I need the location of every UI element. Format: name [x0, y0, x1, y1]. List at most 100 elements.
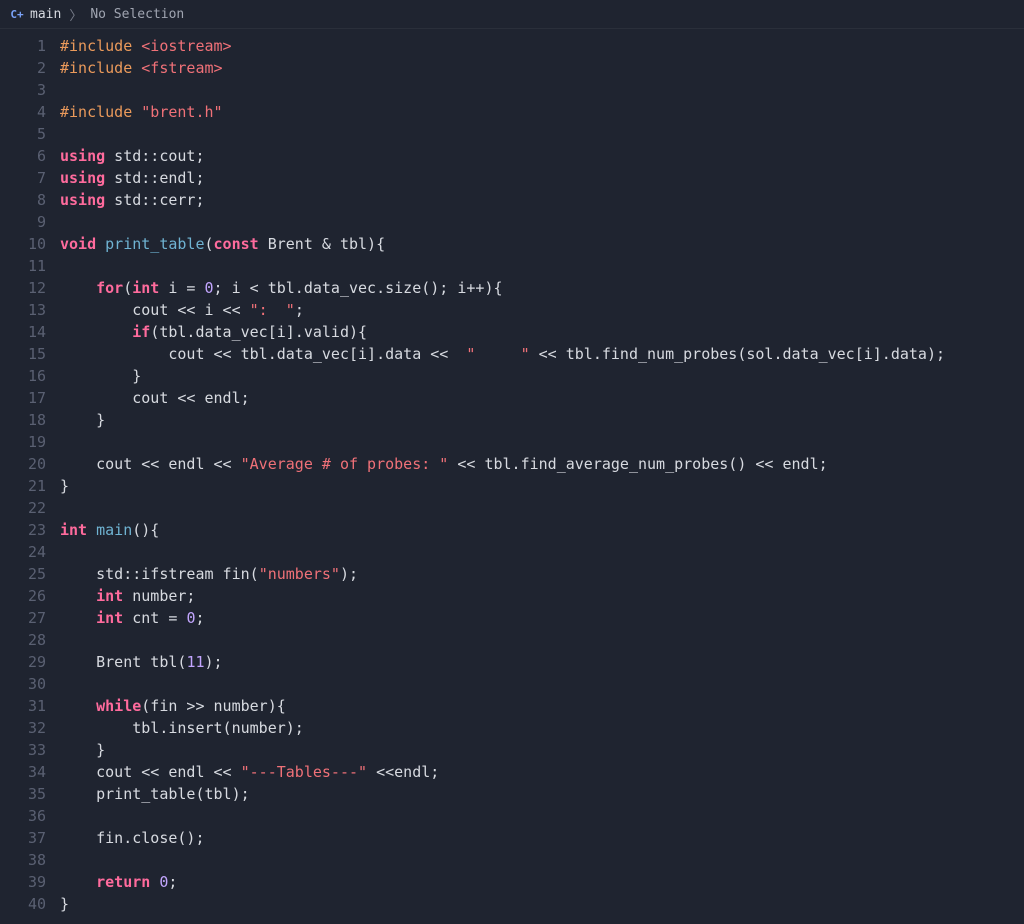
- code-content[interactable]: }: [60, 475, 1024, 497]
- code-content[interactable]: std::ifstream fin("numbers");: [60, 563, 1024, 585]
- code-line[interactable]: 23int main(){: [0, 519, 1024, 541]
- code-content[interactable]: [60, 431, 1024, 453]
- code-line[interactable]: 25 std::ifstream fin("numbers");: [0, 563, 1024, 585]
- code-content[interactable]: int number;: [60, 585, 1024, 607]
- code-line[interactable]: 27 int cnt = 0;: [0, 607, 1024, 629]
- token-plain: tbl.insert(number);: [60, 719, 304, 737]
- code-content[interactable]: tbl.insert(number);: [60, 717, 1024, 739]
- line-number: 32: [0, 717, 60, 739]
- line-number: 6: [0, 145, 60, 167]
- code-line[interactable]: 24: [0, 541, 1024, 563]
- code-line[interactable]: 35 print_table(tbl);: [0, 783, 1024, 805]
- code-line[interactable]: 39 return 0;: [0, 871, 1024, 893]
- token-keyword: int: [132, 279, 159, 297]
- code-line[interactable]: 32 tbl.insert(number);: [0, 717, 1024, 739]
- code-line[interactable]: 9: [0, 211, 1024, 233]
- code-line[interactable]: 14 if(tbl.data_vec[i].valid){: [0, 321, 1024, 343]
- code-line[interactable]: 16 }: [0, 365, 1024, 387]
- code-line[interactable]: 17 cout << endl;: [0, 387, 1024, 409]
- token-keyword: const: [214, 235, 259, 253]
- code-line[interactable]: 2#include <fstream>: [0, 57, 1024, 79]
- code-line[interactable]: 15 cout << tbl.data_vec[i].data << " " <…: [0, 343, 1024, 365]
- code-line[interactable]: 5: [0, 123, 1024, 145]
- code-line[interactable]: 21}: [0, 475, 1024, 497]
- code-line[interactable]: 26 int number;: [0, 585, 1024, 607]
- code-line[interactable]: 40}: [0, 893, 1024, 915]
- code-line[interactable]: 10void print_table(const Brent & tbl){: [0, 233, 1024, 255]
- code-line[interactable]: 11: [0, 255, 1024, 277]
- code-content[interactable]: return 0;: [60, 871, 1024, 893]
- code-content[interactable]: #include "brent.h": [60, 101, 1024, 123]
- line-number: 28: [0, 629, 60, 651]
- token-plain: cout << endl;: [60, 389, 250, 407]
- code-content[interactable]: using std::endl;: [60, 167, 1024, 189]
- breadcrumb-file[interactable]: main: [30, 7, 61, 22]
- code-line[interactable]: 1#include <iostream>: [0, 35, 1024, 57]
- code-content[interactable]: }: [60, 893, 1024, 915]
- code-line[interactable]: 12 for(int i = 0; i < tbl.data_vec.size(…: [0, 277, 1024, 299]
- code-content[interactable]: cout << endl << "---Tables---" <<endl;: [60, 761, 1024, 783]
- line-number: 36: [0, 805, 60, 827]
- code-line[interactable]: 19: [0, 431, 1024, 453]
- code-content[interactable]: print_table(tbl);: [60, 783, 1024, 805]
- token-keyword: while: [96, 697, 141, 715]
- code-content[interactable]: #include <iostream>: [60, 35, 1024, 57]
- code-content[interactable]: }: [60, 409, 1024, 431]
- code-content[interactable]: }: [60, 739, 1024, 761]
- code-line[interactable]: 28: [0, 629, 1024, 651]
- code-content[interactable]: using std::cerr;: [60, 189, 1024, 211]
- code-content[interactable]: }: [60, 365, 1024, 387]
- code-content[interactable]: [60, 497, 1024, 519]
- code-line[interactable]: 8using std::cerr;: [0, 189, 1024, 211]
- code-line[interactable]: 18 }: [0, 409, 1024, 431]
- code-line[interactable]: 22: [0, 497, 1024, 519]
- code-content[interactable]: [60, 211, 1024, 233]
- code-content[interactable]: [60, 123, 1024, 145]
- code-content[interactable]: cout << endl;: [60, 387, 1024, 409]
- token-plain: cout << endl <<: [60, 455, 241, 473]
- code-line[interactable]: 20 cout << endl << "Average # of probes:…: [0, 453, 1024, 475]
- code-content[interactable]: [60, 673, 1024, 695]
- token-plain: cout << tbl.data_vec[i].data <<: [60, 345, 466, 363]
- token-string: ": ": [250, 301, 295, 319]
- code-content[interactable]: fin.close();: [60, 827, 1024, 849]
- code-content[interactable]: using std::cout;: [60, 145, 1024, 167]
- code-line[interactable]: 33 }: [0, 739, 1024, 761]
- code-line[interactable]: 37 fin.close();: [0, 827, 1024, 849]
- code-content[interactable]: void print_table(const Brent & tbl){: [60, 233, 1024, 255]
- code-content[interactable]: int cnt = 0;: [60, 607, 1024, 629]
- code-line[interactable]: 4#include "brent.h": [0, 101, 1024, 123]
- code-line[interactable]: 38: [0, 849, 1024, 871]
- code-editor[interactable]: 1#include <iostream>2#include <fstream>3…: [0, 29, 1024, 915]
- code-line[interactable]: 34 cout << endl << "---Tables---" <<endl…: [0, 761, 1024, 783]
- code-content[interactable]: Brent tbl(11);: [60, 651, 1024, 673]
- code-content[interactable]: int main(){: [60, 519, 1024, 541]
- code-content[interactable]: #include <fstream>: [60, 57, 1024, 79]
- code-content[interactable]: while(fin >> number){: [60, 695, 1024, 717]
- code-line[interactable]: 6using std::cout;: [0, 145, 1024, 167]
- code-content[interactable]: cout << tbl.data_vec[i].data << " " << t…: [60, 343, 1024, 365]
- code-content[interactable]: [60, 849, 1024, 871]
- code-content[interactable]: [60, 255, 1024, 277]
- code-content[interactable]: [60, 541, 1024, 563]
- code-line[interactable]: 30: [0, 673, 1024, 695]
- line-number: 22: [0, 497, 60, 519]
- breadcrumb-selection[interactable]: No Selection: [90, 7, 184, 22]
- code-content[interactable]: [60, 629, 1024, 651]
- code-line[interactable]: 36: [0, 805, 1024, 827]
- token-string: <iostream>: [141, 37, 231, 55]
- code-content[interactable]: [60, 805, 1024, 827]
- line-number: 12: [0, 277, 60, 299]
- breadcrumb[interactable]: C+ main 〉 No Selection: [0, 0, 1024, 29]
- code-line[interactable]: 3: [0, 79, 1024, 101]
- code-content[interactable]: if(tbl.data_vec[i].valid){: [60, 321, 1024, 343]
- code-line[interactable]: 13 cout << i << ": ";: [0, 299, 1024, 321]
- code-content[interactable]: cout << i << ": ";: [60, 299, 1024, 321]
- token-keyword: if: [132, 323, 150, 341]
- code-line[interactable]: 7using std::endl;: [0, 167, 1024, 189]
- code-content[interactable]: for(int i = 0; i < tbl.data_vec.size(); …: [60, 277, 1024, 299]
- code-content[interactable]: cout << endl << "Average # of probes: " …: [60, 453, 1024, 475]
- code-line[interactable]: 31 while(fin >> number){: [0, 695, 1024, 717]
- code-line[interactable]: 29 Brent tbl(11);: [0, 651, 1024, 673]
- code-content[interactable]: [60, 79, 1024, 101]
